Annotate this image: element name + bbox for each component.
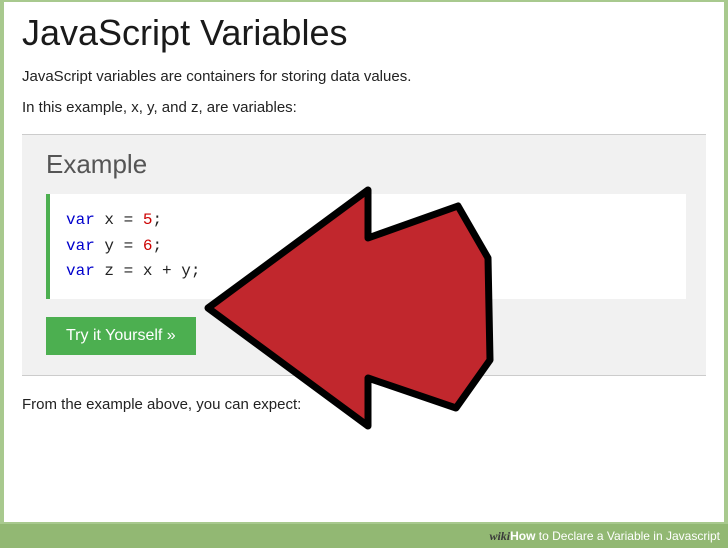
content-page: JavaScript Variables JavaScript variable…	[4, 2, 724, 522]
literal-5: 5	[143, 211, 153, 229]
expression: x + y	[143, 262, 191, 280]
literal-6: 6	[143, 237, 153, 255]
outro-paragraph: From the example above, you can expect:	[22, 396, 706, 413]
page-title: JavaScript Variables	[22, 12, 706, 54]
code-line-3: var z = x + y;	[66, 259, 670, 285]
var-name-z: z	[104, 262, 114, 280]
keyword-var: var	[66, 211, 95, 229]
code-line-2: var y = 6;	[66, 234, 670, 260]
intro-paragraph-2: In this example, x, y, and z, are variab…	[22, 99, 706, 116]
footer-bar: wikiHow to Declare a Variable in Javascr…	[0, 524, 728, 548]
keyword-var: var	[66, 237, 95, 255]
var-name-x: x	[104, 211, 114, 229]
brand-how: How	[510, 529, 535, 543]
intro-paragraph-1: JavaScript variables are containers for …	[22, 68, 706, 85]
example-box: Example var x = 5; var y = 6; var z = x …	[22, 134, 706, 376]
example-heading: Example	[46, 149, 686, 180]
keyword-var: var	[66, 262, 95, 280]
try-it-yourself-button[interactable]: Try it Yourself »	[46, 317, 196, 355]
code-block: var x = 5; var y = 6; var z = x + y;	[46, 194, 686, 299]
footer-tagline: to Declare a Variable in Javascript	[535, 529, 720, 543]
brand-wiki: wiki	[489, 529, 510, 543]
code-line-1: var x = 5;	[66, 208, 670, 234]
var-name-y: y	[104, 237, 114, 255]
